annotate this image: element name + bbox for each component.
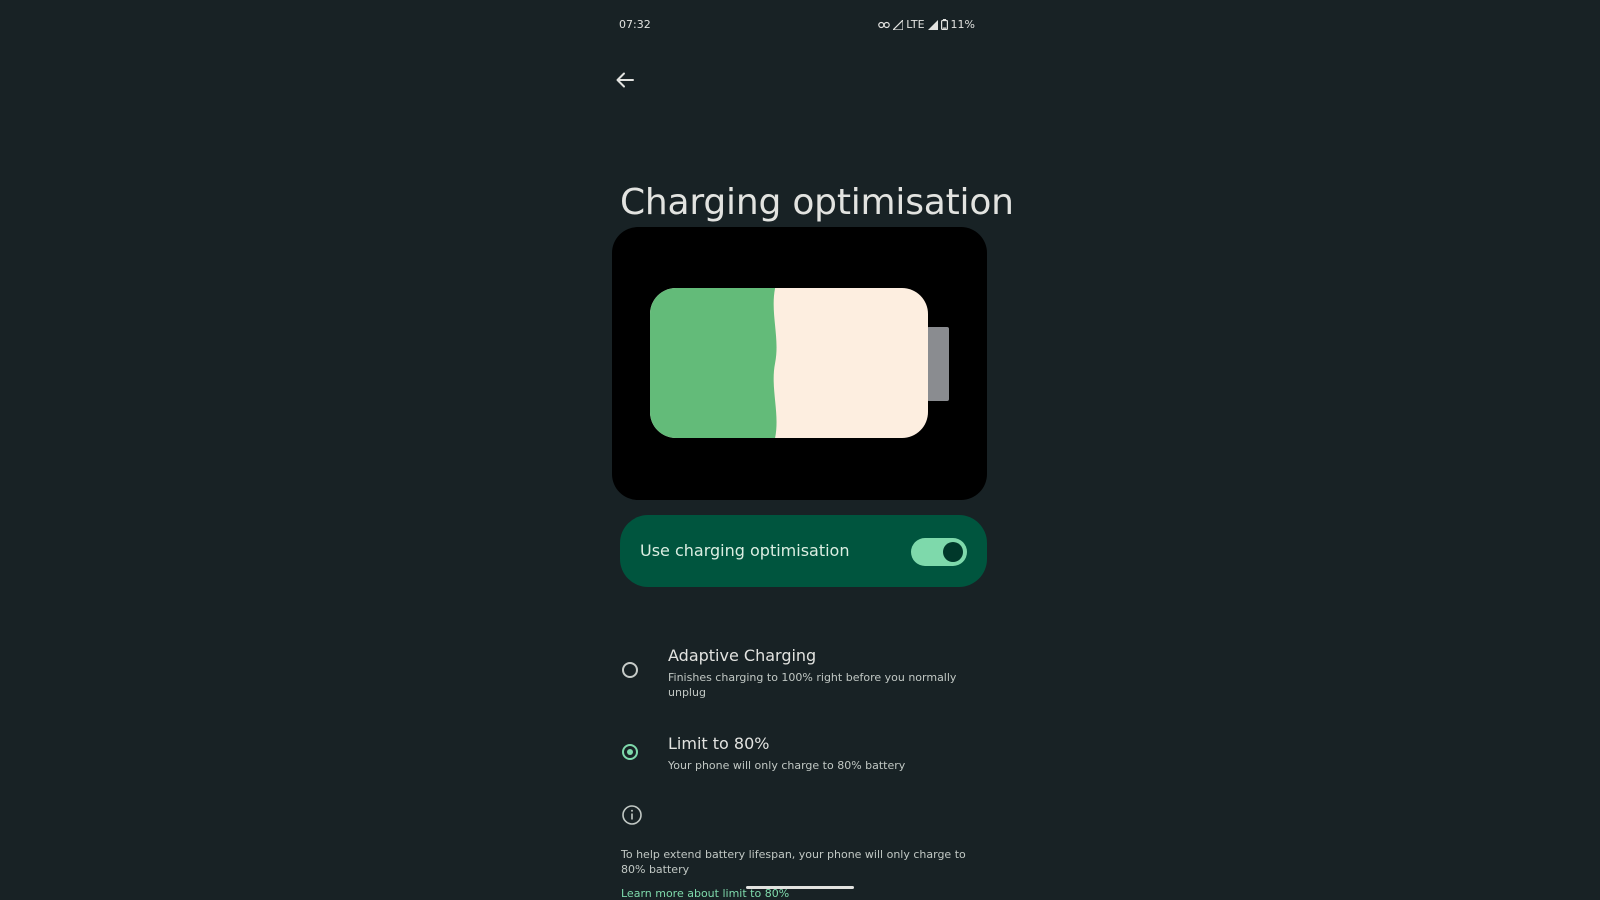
option-limit-80[interactable]: Limit to 80% Your phone will only charge… (620, 734, 987, 774)
back-button[interactable] (611, 66, 639, 94)
battery-charge-fill (650, 288, 777, 438)
battery-percent: 11% (950, 18, 975, 31)
toggle-switch[interactable] (911, 538, 967, 566)
option-subtitle: Finishes charging to 100% right before y… (668, 671, 957, 699)
switch-thumb (943, 542, 963, 562)
battery-illustration (612, 227, 987, 500)
signal-icon (893, 19, 904, 30)
use-charging-optimisation-toggle[interactable]: Use charging optimisation (620, 515, 987, 587)
status-icons: LTE 11% (878, 18, 975, 31)
option-title: Limit to 80% (668, 734, 770, 753)
radio-unselected[interactable] (622, 662, 638, 678)
battery-terminal (927, 327, 949, 401)
gesture-nav-handle[interactable] (746, 886, 854, 889)
info-icon (621, 804, 643, 826)
battery-icon (940, 19, 948, 30)
option-adaptive-charging[interactable]: Adaptive Charging Finishes charging to 1… (620, 646, 987, 702)
radio-selected[interactable] (622, 744, 638, 760)
option-title: Adaptive Charging (668, 646, 817, 665)
toggle-label: Use charging optimisation (640, 541, 850, 560)
link-icon (878, 21, 891, 29)
status-time: 07:32 (619, 18, 651, 31)
option-subtitle: Your phone will only charge to 80% batte… (668, 759, 906, 772)
page-title: Charging optimisation (620, 182, 1014, 224)
battery-graphic (650, 288, 949, 438)
radio-dot (627, 749, 633, 755)
arrow-left-icon (616, 72, 634, 88)
status-bar: 07:32 LTE 11% (619, 18, 975, 34)
screen: 07:32 LTE 11% Charging optimisation Use … (0, 0, 1600, 900)
network-type: LTE (906, 18, 925, 31)
signal-icon (927, 19, 938, 30)
info-text: To help extend battery lifespan, your ph… (621, 848, 966, 876)
